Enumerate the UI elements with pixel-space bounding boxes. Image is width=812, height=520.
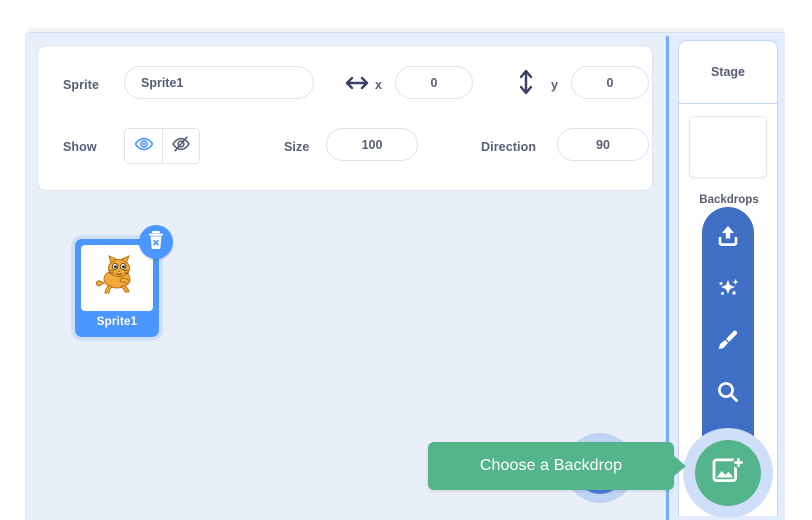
arrows-vertical-icon <box>518 68 534 101</box>
sprite-info-card: Sprite Sprite1 x 0 y 0 Show Size 100 Dir… <box>37 45 653 191</box>
show-visible-button[interactable] <box>125 129 162 163</box>
size-value: 100 <box>361 137 383 152</box>
y-value: 0 <box>606 75 614 90</box>
sprite-name-label: Sprite <box>63 78 100 92</box>
direction-value: 90 <box>596 137 610 152</box>
paintbrush-icon[interactable] <box>715 327 741 353</box>
magnifier-search-icon[interactable] <box>715 379 741 405</box>
x-input[interactable]: 0 <box>395 66 473 99</box>
eye-icon <box>134 137 154 156</box>
surprise-sparkle-icon[interactable] <box>715 275 741 301</box>
image-plus-icon <box>711 456 745 491</box>
y-input[interactable]: 0 <box>571 66 649 99</box>
sprite-name-value: Sprite1 <box>141 75 184 90</box>
eye-slash-icon <box>171 135 191 158</box>
sprite-name-input[interactable]: Sprite1 <box>124 66 314 99</box>
tooltip-arrow-icon <box>673 455 686 477</box>
sprite-tile-label: Sprite1 <box>96 316 138 328</box>
scratch-cat-icon <box>93 254 141 303</box>
sprite-thumbnail <box>81 245 153 311</box>
scratch-editor-screen: Sprite Sprite1 x 0 y 0 Show Size 100 Dir… <box>0 0 812 520</box>
arrows-horizontal-icon <box>344 71 370 100</box>
stage-header[interactable]: Stage <box>678 40 778 104</box>
size-label: Size <box>284 140 310 154</box>
direction-input[interactable]: 90 <box>557 128 649 161</box>
y-label: y <box>551 78 559 92</box>
trash-icon <box>147 230 165 255</box>
show-hidden-button[interactable] <box>162 129 199 163</box>
direction-label: Direction <box>481 140 537 154</box>
tooltip-text: Choose a Backdrop <box>479 457 623 474</box>
show-toggle-group[interactable] <box>124 128 200 164</box>
stage-thumbnail[interactable] <box>689 116 767 178</box>
backdrops-label: Backdrops <box>699 194 759 206</box>
sprite-tile-sprite1[interactable]: Sprite1 <box>75 225 173 337</box>
choose-a-backdrop-button[interactable] <box>695 440 761 506</box>
show-label: Show <box>63 140 97 154</box>
upload-icon[interactable] <box>715 223 741 249</box>
x-label: x <box>375 78 383 92</box>
tooltip: Choose a Backdrop <box>428 442 674 490</box>
delete-sprite-button[interactable] <box>139 225 173 259</box>
size-input[interactable]: 100 <box>326 128 418 161</box>
stage-title: Stage <box>710 65 746 79</box>
x-value: 0 <box>430 75 438 90</box>
